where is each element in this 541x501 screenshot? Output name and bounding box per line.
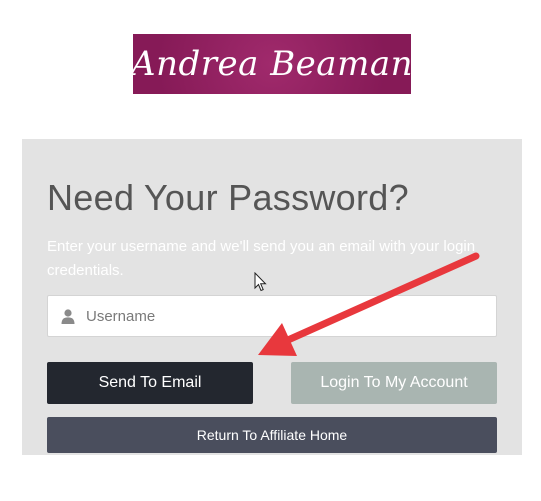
username-field[interactable] [47, 295, 497, 337]
page: Andrea Beaman Need Your Password? Enter … [0, 0, 541, 501]
login-to-account-button[interactable]: Login To My Account [291, 362, 497, 404]
user-icon [60, 308, 76, 324]
brand-logo[interactable]: Andrea Beaman [133, 34, 411, 94]
instructions-text: Enter your username and we'll send you a… [47, 238, 476, 279]
logo-text: Andrea Beaman [133, 44, 411, 84]
return-to-affiliate-home-button[interactable]: Return To Affiliate Home [47, 417, 497, 453]
username-input[interactable] [86, 298, 486, 334]
send-to-email-button[interactable]: Send To Email [47, 362, 253, 404]
password-reset-panel: Need Your Password? Enter your username … [22, 139, 522, 455]
page-title: Need Your Password? [47, 177, 409, 218]
